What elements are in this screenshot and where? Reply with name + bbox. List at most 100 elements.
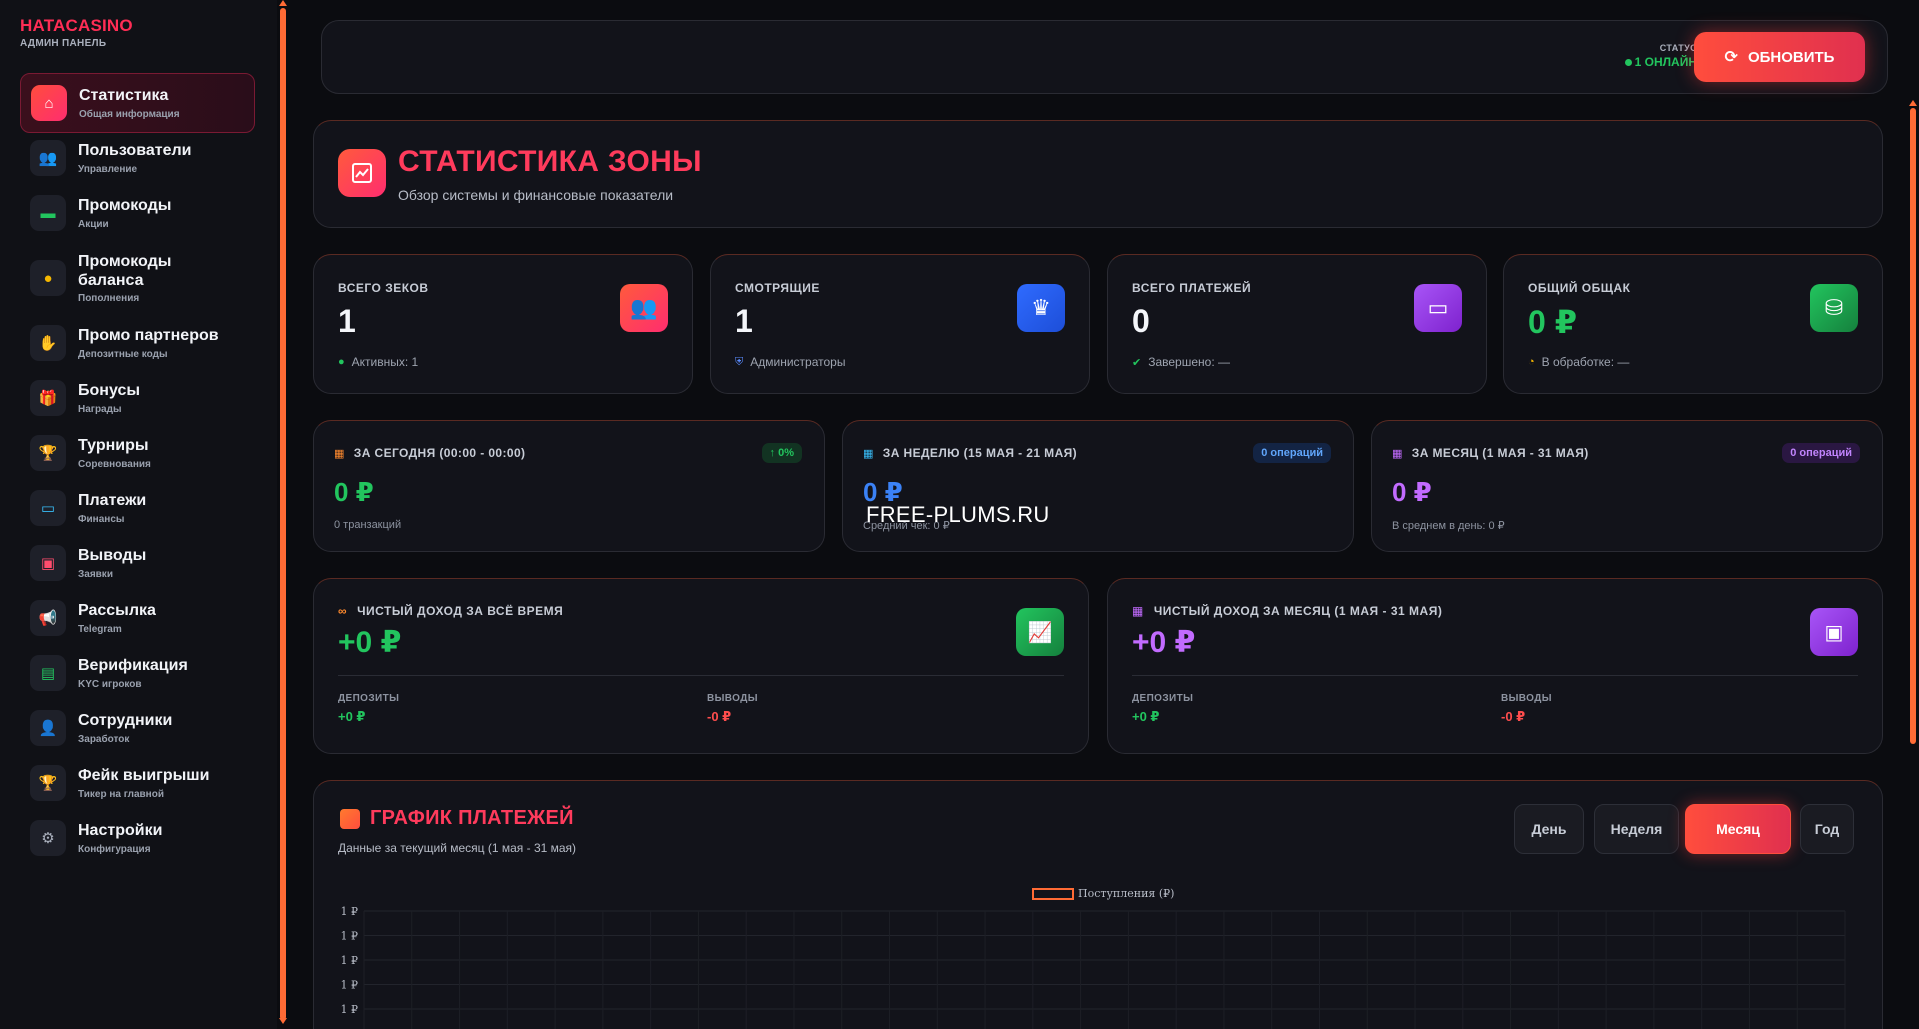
- main-scrollbar[interactable]: [1910, 108, 1916, 744]
- income-label-icon: ▦: [1132, 604, 1144, 618]
- main-scroll-up-arrow[interactable]: [1909, 100, 1917, 106]
- watermark-text: FREE-PLUMS.RU: [866, 502, 1050, 527]
- sidebar-item-10[interactable]: 📢 Рассылка Telegram: [20, 588, 255, 648]
- stat-label: ОБЩИЙ ОБЩАК: [1528, 281, 1631, 295]
- sidebar-item-sublabel: Заявки: [78, 568, 113, 580]
- period-badge: 0 операций: [1253, 443, 1331, 463]
- sidebar-item-sublabel: Награды: [78, 403, 122, 415]
- chart-line-icon: 📈: [1016, 608, 1064, 656]
- withdrawals-label: ВЫВОДЫ: [707, 693, 758, 704]
- sidebar-scroll-up-arrow[interactable]: [279, 0, 287, 6]
- income-label-text: ЧИСТЫЙ ДОХОД ЗА ВСЁ ВРЕМЯ: [357, 604, 564, 618]
- sidebar-item-12[interactable]: 👤 Сотрудники Заработок: [20, 698, 255, 758]
- page-title: СТАТИСТИКА ЗОНЫ: [398, 145, 702, 178]
- income-value: +0 ₽: [338, 626, 402, 659]
- sidebar-item-7[interactable]: 🏆 Турниры Соревнования: [20, 423, 255, 483]
- sidebar-item-label: Сотрудники: [78, 712, 173, 730]
- sidebar-item-text: Фейк выигрыши Тикер на главной: [78, 766, 209, 799]
- sidebar-item-1[interactable]: ⌂ Статистика Общая информация: [20, 73, 255, 133]
- period-badge: 0 операций: [1782, 443, 1860, 463]
- sidebar-item-text: Промокоды баланса Пополнения: [78, 252, 208, 304]
- status-value: 1 ОНЛАЙН: [1624, 55, 1697, 69]
- stat-foot-text: Активных: 1: [351, 355, 419, 369]
- sidebar-item-2[interactable]: 👥 Пользователи Управление: [20, 128, 255, 188]
- sidebar-item-9[interactable]: ▣ Выводы Заявки: [20, 533, 255, 593]
- wallet-icon: ▣: [1810, 608, 1858, 656]
- sidebar-item-sublabel: Telegram: [78, 623, 122, 635]
- stat-label: ВСЕГО ПЛАТЕЖЕЙ: [1132, 281, 1252, 295]
- sidebar-item-label: Промокоды баланса: [78, 252, 172, 289]
- stat-foot-icon: ✔: [1132, 356, 1142, 369]
- top-bar: СТАТУС 1 ОНЛАЙН ⟳ ОБНОВИТЬ: [321, 20, 1888, 94]
- sidebar-item-sublabel: Пополнения: [78, 293, 140, 305]
- trophy-icon: 🏆: [30, 765, 66, 801]
- stat-foot-text: Администраторы: [750, 355, 846, 369]
- stat-card: СМОТРЯЩИЕ 1 ⛨ Администраторы ♛: [710, 254, 1090, 394]
- withdrawals-block: ВЫВОДЫ -0 ₽: [707, 693, 758, 725]
- period-value: 0 ₽: [1392, 477, 1432, 507]
- stat-foot: ✔ Завершено: —: [1132, 355, 1230, 369]
- y-tick-label: 1 ₽: [341, 979, 359, 992]
- period-card: ▦ ЗА МЕСЯЦ (1 МАЯ - 31 МАЯ) 0 операций 0 ₽ В…: [1371, 420, 1883, 552]
- user-tie-icon: 👤: [30, 710, 66, 746]
- crown-icon: ♛: [1017, 284, 1065, 332]
- withdrawals-block: ВЫВОДЫ -0 ₽: [1501, 693, 1552, 725]
- sidebar-item-label: Статистика: [79, 87, 169, 105]
- refresh-button[interactable]: ⟳ ОБНОВИТЬ: [1694, 32, 1865, 82]
- sidebar-item-text: Бонусы Награды: [78, 381, 140, 414]
- sidebar-item-8[interactable]: ▭ Платежи Финансы: [20, 478, 255, 538]
- brand-title: HATACASINO: [20, 16, 133, 35]
- period-foot: 0 транзакций: [334, 519, 402, 531]
- status-value-text: 1 ОНЛАЙН: [1634, 55, 1697, 69]
- deposits-block: ДЕПОЗИТЫ +0 ₽: [338, 693, 399, 725]
- sidebar-item-text: Сотрудники Заработок: [78, 711, 172, 744]
- megaphone-icon: 📢: [30, 600, 66, 636]
- online-dot-icon: [1624, 59, 1632, 67]
- trophy-icon: 🏆: [30, 435, 66, 471]
- sidebar-scrollbar[interactable]: [280, 8, 286, 1020]
- sidebar-item-label: Платежи: [78, 492, 147, 510]
- income-divider: [338, 675, 1064, 676]
- sidebar-item-text: Верификация KYC игроков: [78, 656, 188, 689]
- id-card-icon: ▤: [30, 655, 66, 691]
- income-value: +0 ₽: [1132, 626, 1196, 659]
- sidebar-scroll-down-arrow[interactable]: [279, 1018, 287, 1024]
- sidebar-item-5[interactable]: ✋ Промо партнеров Депозитные коды: [20, 313, 255, 373]
- period-card: ▦ ЗА НЕДЕЛЮ (15 МАЯ - 21 МАЯ) 0 операций 0 …: [842, 420, 1354, 552]
- period-label: ▦ ЗА НЕДЕЛЮ (15 МАЯ - 21 МАЯ): [863, 446, 1077, 460]
- deposits-value: +0 ₽: [338, 709, 366, 724]
- period-label-text: ЗА МЕСЯЦ (1 МАЯ - 31 МАЯ): [1411, 446, 1589, 460]
- stat-value: 0: [1132, 303, 1150, 339]
- period-value: 0 ₽: [334, 477, 374, 507]
- y-tick-label: 1 ₽: [341, 954, 359, 967]
- stat-foot: ⛨ Администраторы: [735, 355, 845, 369]
- sidebar-item-label: Пользователи: [78, 142, 192, 160]
- stat-foot-icon: ●: [338, 356, 345, 368]
- calendar-icon: ▦: [334, 447, 345, 460]
- home-icon: ⌂: [31, 85, 67, 121]
- refresh-icon: ⟳: [1724, 49, 1738, 66]
- sidebar-item-label: Промо партнеров: [78, 327, 219, 345]
- sidebar-item-label: Выводы: [78, 547, 147, 565]
- stat-foot: ◔ В обработке: —: [1528, 355, 1629, 369]
- sidebar-item-4[interactable]: ● Промокоды баланса Пополнения: [20, 238, 255, 318]
- sidebar: HATACASINO АДМИН ПАНЕЛЬ ⌂ Статистика Общая…: [0, 0, 277, 1029]
- sidebar-item-11[interactable]: ▤ Верификация KYC игроков: [20, 643, 255, 703]
- sidebar-item-14[interactable]: ⚙ Настройки Конфигурация: [20, 808, 255, 868]
- sidebar-item-6[interactable]: 🎁 Бонусы Награды: [20, 368, 255, 428]
- users-icon: 👥: [620, 284, 668, 332]
- sidebar-item-sublabel: Заработок: [78, 733, 130, 745]
- period-label-text: ЗА НЕДЕЛЮ (15 МАЯ - 21 МАЯ): [882, 446, 1078, 460]
- card-icon: ▭: [1414, 284, 1462, 332]
- sidebar-item-text: Статистика Общая информация: [79, 86, 180, 119]
- sidebar-item-13[interactable]: 🏆 Фейк выигрыши Тикер на главной: [20, 753, 255, 813]
- period-label-text: ЗА СЕГОДНЯ (00:00 - 00:00): [353, 446, 526, 460]
- stat-card: ВСЕГО ЗЕКОВ 1 ● Активных: 1 👥: [313, 254, 693, 394]
- payments-plot: 1 ₽ 1 ₽ 1 ₽ 1 ₽ 1 ₽: [341, 905, 1846, 1029]
- stat-foot-text: Завершено: —: [1148, 355, 1230, 369]
- sidebar-item-label: Фейк выигрыши: [78, 767, 210, 785]
- sidebar-item-text: Турниры Соревнования: [78, 436, 151, 469]
- deposits-block: ДЕПОЗИТЫ +0 ₽: [1132, 693, 1193, 725]
- stat-card: ОБЩИЙ ОБЩАК 0 ₽ ◔ В обработке: — ⛁: [1503, 254, 1883, 394]
- sidebar-item-3[interactable]: ▬ Промокоды Акции: [20, 183, 255, 243]
